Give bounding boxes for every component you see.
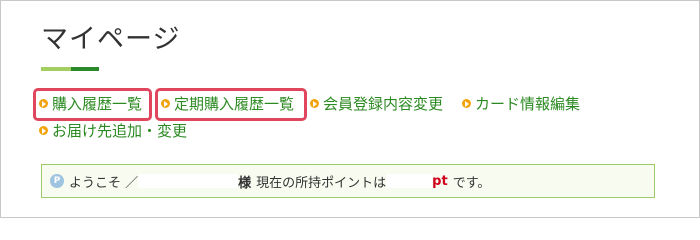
nav-subscription-history[interactable]: 定期購入履歴一覧 <box>161 93 294 114</box>
nav-label: お届け先追加・変更 <box>52 122 188 140</box>
bullet-arrow-icon <box>39 99 48 108</box>
bullet-arrow-icon <box>39 126 48 135</box>
bullet-arrow-icon <box>310 99 319 108</box>
honorific: 様 <box>238 175 252 191</box>
nav-label: 購入履歴一覧 <box>52 95 143 113</box>
points-suffix: です。 <box>452 175 491 191</box>
title-underline <box>41 67 99 71</box>
nav-label: カード情報編集 <box>475 95 581 113</box>
nav-label: 会員登録内容変更 <box>323 95 444 113</box>
nav-delivery-address[interactable]: お届け先追加・変更 <box>39 120 187 141</box>
bullet-arrow-icon <box>161 99 170 108</box>
nav-label: 定期購入履歴一覧 <box>174 95 295 113</box>
page-title: マイページ <box>41 24 181 55</box>
bullet-arrow-icon <box>462 99 471 108</box>
nav-member-info-edit[interactable]: 会員登録内容変更 <box>310 93 443 114</box>
nav-card-info-edit[interactable]: カード情報編集 <box>462 93 580 114</box>
masked-user-name <box>138 174 239 188</box>
points-label: 現在の所持ポイントは <box>256 175 387 191</box>
welcome-greeting: ようこそ ／ <box>69 175 139 191</box>
mypage-panel: マイページ 購入履歴一覧 定期購入履歴一覧 会員登録内容変更 カード情報編集 お… <box>0 0 700 218</box>
point-p-icon: P <box>50 174 64 188</box>
welcome-points-box: P ようこそ ／ 様 現在の所持ポイントは pt です。 <box>41 164 655 198</box>
nav-purchase-history[interactable]: 購入履歴一覧 <box>39 93 142 114</box>
points-unit: pt <box>432 173 448 189</box>
masked-points-value <box>386 174 433 188</box>
